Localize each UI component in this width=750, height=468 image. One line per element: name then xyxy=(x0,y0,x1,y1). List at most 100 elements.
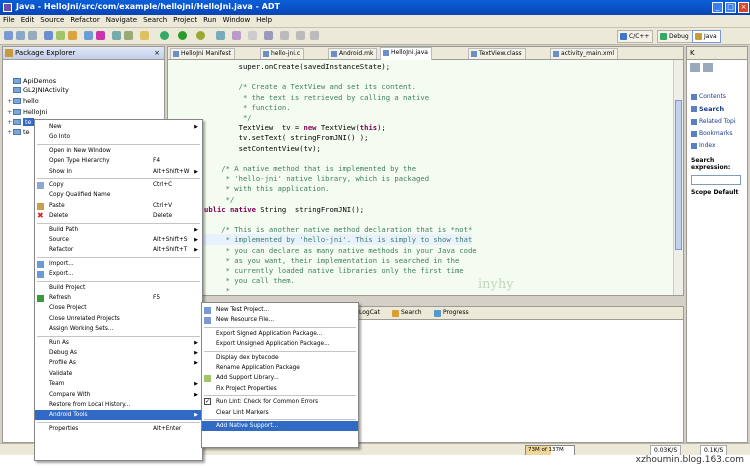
menu-item-copy[interactable]: Copy Ctrl+C xyxy=(35,180,202,190)
menu-item-add-native-support[interactable]: Add Native Support... xyxy=(202,421,358,431)
tree-item[interactable]: + te xyxy=(7,118,34,127)
new-icon[interactable] xyxy=(4,31,13,40)
open-type-icon[interactable] xyxy=(140,31,149,40)
tab-activity-main-xml[interactable]: activity_main.xml xyxy=(550,48,619,59)
menu-edit[interactable]: Edit xyxy=(18,15,38,24)
tree-item[interactable]: ApiDemos xyxy=(7,77,56,86)
toggle-mark-icon[interactable] xyxy=(264,31,273,40)
menu-item-refactor[interactable]: Refactor Alt+Shift+T ▶ xyxy=(35,245,202,255)
menu-navigate[interactable]: Navigate xyxy=(103,15,140,24)
help-related-link[interactable]: Related Topi xyxy=(691,118,736,125)
tab-hello-jni-c[interactable]: hello-jni.c xyxy=(260,48,305,59)
tree-item[interactable]: + HelloJni xyxy=(7,108,47,117)
help-index-link[interactable]: Index xyxy=(691,142,716,149)
menu-item-export-signed-application-package[interactable]: Export Signed Application Package... xyxy=(202,329,358,339)
scroll-thumb[interactable] xyxy=(675,100,682,250)
menu-item-import[interactable]: Import... xyxy=(35,259,202,269)
menu-item-restore-from-local-history[interactable]: Restore from Local History... xyxy=(35,400,202,410)
menu-item-open-type-hierarchy[interactable]: Open Type Hierarchy F4 xyxy=(35,156,202,166)
tab-android-mk[interactable]: Android.mk xyxy=(328,48,378,59)
minimize-button[interactable]: _ xyxy=(712,2,723,13)
new-java-class-icon[interactable] xyxy=(216,31,225,40)
menu-item-add-support-library[interactable]: Add Support Library... xyxy=(202,373,358,383)
menu-item-rename-application-package[interactable]: Rename Application Package xyxy=(202,363,358,373)
open-perspective-icon[interactable] xyxy=(232,31,241,40)
menu-item-build-project[interactable]: Build Project xyxy=(35,283,202,293)
menu-item-run-lint-check-for-common-errors[interactable]: ✓ Run Lint: Check for Common Errors xyxy=(202,397,358,407)
menu-window[interactable]: Window xyxy=(220,15,254,24)
build-all-icon[interactable] xyxy=(124,31,133,40)
maximize-button[interactable]: □ xyxy=(725,2,736,13)
menu-source[interactable]: Source xyxy=(37,15,67,24)
perspective-debug[interactable]: Debug xyxy=(657,30,693,43)
menu-refactor[interactable]: Refactor xyxy=(67,15,102,24)
menu-item-debug-as[interactable]: Debug As ▶ xyxy=(35,348,202,358)
help-bookmarks-link[interactable]: Bookmarks xyxy=(691,130,733,137)
editor-scrollbar[interactable] xyxy=(673,60,683,295)
perspective-cpp[interactable]: C/C++ xyxy=(617,30,654,43)
tab-search[interactable]: Search xyxy=(390,308,425,318)
menu-item-run-as[interactable]: Run As ▶ xyxy=(35,338,202,348)
build-icon[interactable] xyxy=(112,31,121,40)
back-icon[interactable] xyxy=(690,63,700,72)
menu-item-display-dex-bytecode[interactable]: Display dex bytecode xyxy=(202,353,358,363)
new-android-project-icon[interactable] xyxy=(84,31,93,40)
tab-hellojni-manifest[interactable]: HelloJni Manifest xyxy=(170,48,235,59)
menu-item-validate[interactable]: Validate xyxy=(35,369,202,379)
tab-hellojni-java[interactable]: HelloJni.java xyxy=(380,47,432,60)
menu-item-source[interactable]: Source Alt+Shift+S ▶ xyxy=(35,235,202,245)
menu-item-properties[interactable]: Properties Alt+Enter xyxy=(35,424,202,434)
new-xml-icon[interactable] xyxy=(96,31,105,40)
tree-item[interactable]: GL2JNIActivity xyxy=(7,86,69,95)
menu-item-fix-project-properties[interactable]: Fix Project Properties xyxy=(202,384,358,394)
menu-item-show-in[interactable]: Show In Alt+Shift+W ▶ xyxy=(35,167,202,177)
perspective-java[interactable]: Java xyxy=(692,30,721,43)
avd-manager-icon[interactable] xyxy=(56,31,65,40)
menu-item-export-unsigned-application-package[interactable]: Export Unsigned Application Package... xyxy=(202,339,358,349)
menu-item-clear-lint-markers[interactable]: Clear Lint Markers xyxy=(202,408,358,418)
tab-progress[interactable]: Progress xyxy=(432,308,472,318)
home-icon[interactable] xyxy=(703,63,713,72)
close-view-icon[interactable]: × xyxy=(154,47,160,59)
scope-label[interactable]: Scope Default xyxy=(691,189,738,196)
menu-file[interactable]: File xyxy=(0,15,18,24)
tab-textview-class[interactable]: TextView.class xyxy=(468,48,526,59)
tree-item[interactable]: + te xyxy=(7,128,30,137)
debug-icon[interactable] xyxy=(160,31,169,40)
menu-item-refresh[interactable]: Refresh F5 xyxy=(35,293,202,303)
menu-item-export[interactable]: Export... xyxy=(35,269,202,279)
menu-search[interactable]: Search xyxy=(140,15,170,24)
menu-item-profile-as[interactable]: Profile As ▶ xyxy=(35,358,202,368)
back-icon[interactable] xyxy=(296,31,305,40)
menu-item-assign-working-sets[interactable]: Assign Working Sets... xyxy=(35,324,202,334)
sdk-manager-icon[interactable] xyxy=(44,31,53,40)
next-annotation-icon[interactable] xyxy=(280,31,289,40)
external-tools-icon[interactable] xyxy=(196,31,205,40)
menu-project[interactable]: Project xyxy=(170,15,200,24)
menu-item-new-resource-file[interactable]: New Resource File... xyxy=(202,315,358,325)
forward-icon[interactable] xyxy=(310,31,319,40)
save-icon[interactable] xyxy=(16,31,25,40)
help-contents-link[interactable]: Contents xyxy=(691,93,726,100)
search-expression-input[interactable] xyxy=(691,175,741,185)
lint-icon[interactable] xyxy=(68,31,77,40)
menu-item-android-tools[interactable]: Android Tools ▶ xyxy=(35,410,202,421)
menu-item-close-project[interactable]: Close Project xyxy=(35,303,202,313)
menu-item-new-test-project[interactable]: New Test Project... xyxy=(202,305,358,315)
menu-item-compare-with[interactable]: Compare With ▶ xyxy=(35,390,202,400)
menu-run[interactable]: Run xyxy=(200,15,219,24)
menu-item-team[interactable]: Team ▶ xyxy=(35,379,202,389)
run-icon[interactable] xyxy=(178,31,187,40)
menu-item-close-unrelated-projects[interactable]: Close Unrelated Projects xyxy=(35,314,202,324)
menu-item-new[interactable]: New ▶ xyxy=(35,122,202,132)
menu-item-delete[interactable]: ✖ Delete Delete xyxy=(35,211,202,221)
close-button[interactable]: × xyxy=(738,2,749,13)
menu-item-open-in-new-window[interactable]: Open in New Window xyxy=(35,146,202,156)
print-icon[interactable] xyxy=(28,31,37,40)
menu-item-paste[interactable]: Paste Ctrl+V xyxy=(35,201,202,211)
menu-item-go-into[interactable]: Go Into xyxy=(35,132,202,142)
tree-item[interactable]: + hello xyxy=(7,97,39,106)
menu-item-copy-qualified-name[interactable]: Copy Qualified Name xyxy=(35,190,202,200)
help-search-link[interactable]: Search xyxy=(691,105,724,113)
search-icon[interactable] xyxy=(248,31,257,40)
